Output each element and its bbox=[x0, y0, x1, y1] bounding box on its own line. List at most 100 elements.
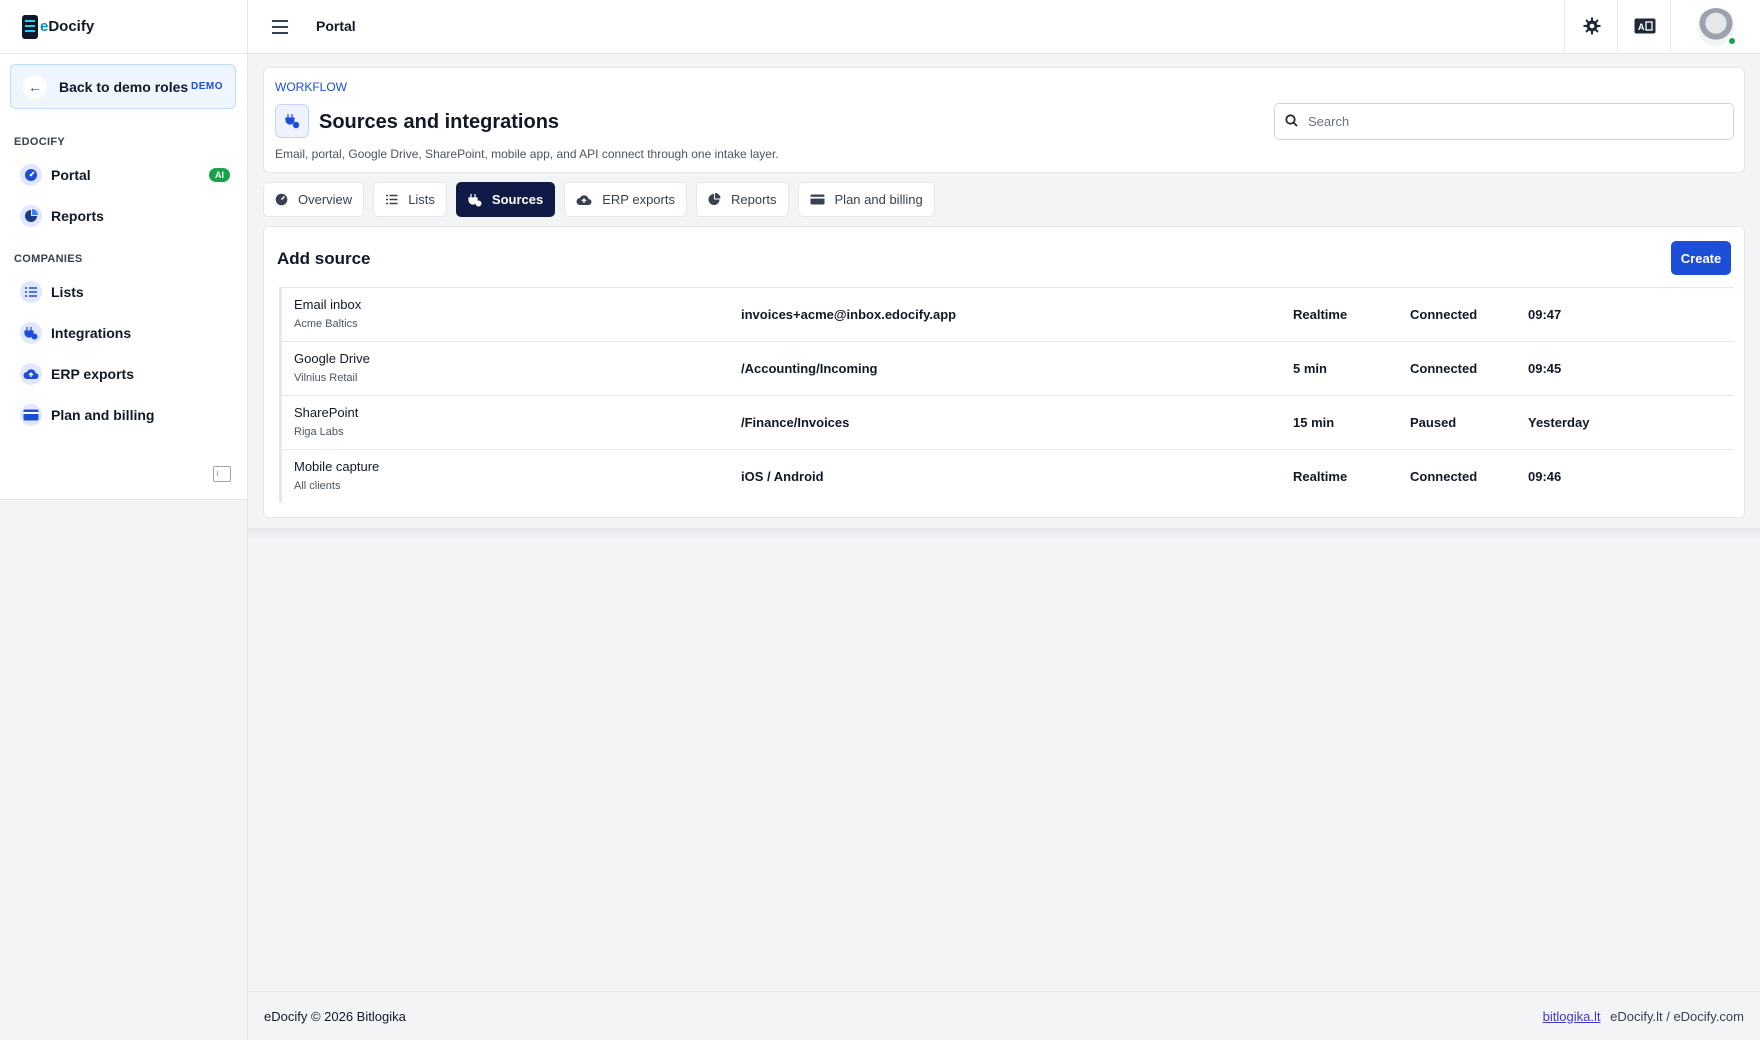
tab-plan-and-billing[interactable]: Plan and billing bbox=[797, 182, 935, 217]
list-icon bbox=[385, 193, 398, 206]
collapse-sidebar-icon[interactable] bbox=[213, 466, 231, 482]
source-time: Yesterday bbox=[1528, 415, 1590, 430]
ai-badge: AI bbox=[209, 168, 230, 182]
source-frequency: Realtime bbox=[1293, 307, 1348, 322]
section-title-edocify: EDOCIFY bbox=[14, 136, 65, 148]
plug-icon bbox=[20, 322, 42, 344]
pie-chart-icon bbox=[708, 193, 721, 206]
demo-badge: DEMO bbox=[191, 81, 223, 92]
source-target: /Accounting/Incoming bbox=[741, 361, 878, 376]
tab-label: Plan and billing bbox=[834, 192, 923, 207]
back-to-demo-roles-button[interactable]: ← Back to demo roles DEMO bbox=[10, 64, 236, 109]
tab-erp-exports[interactable]: ERP exports bbox=[564, 182, 687, 217]
dashboard-icon bbox=[275, 193, 288, 206]
brand[interactable]: eDocify bbox=[0, 0, 247, 54]
search-input[interactable] bbox=[1308, 114, 1708, 129]
credit-card-icon bbox=[20, 404, 42, 426]
user-menu-button[interactable] bbox=[1670, 0, 1760, 54]
tab-overview[interactable]: Overview bbox=[263, 182, 365, 217]
source-time: 09:47 bbox=[1528, 307, 1562, 322]
settings-gear-icon bbox=[1583, 17, 1601, 38]
sidebar-item-reports[interactable]: Reports bbox=[20, 201, 230, 231]
avatar bbox=[1696, 8, 1737, 46]
sidebar-item-label: Portal bbox=[51, 167, 91, 183]
source-name: Google Drive bbox=[294, 351, 370, 366]
page-kicker: WORKFLOW bbox=[275, 80, 347, 94]
source-status: Connected bbox=[1410, 307, 1478, 322]
sidebar-item-erp-exports[interactable]: ERP exports bbox=[20, 359, 230, 389]
source-name: SharePoint bbox=[294, 405, 359, 420]
page-title: Sources and integrations bbox=[319, 111, 560, 133]
source-status: Connected bbox=[1410, 361, 1478, 376]
source-row[interactable]: SharePoint Riga Labs /Finance/Invoices 1… bbox=[279, 395, 1734, 449]
source-frequency: 15 min bbox=[1293, 415, 1335, 430]
sidebar-item-plan-and-billing[interactable]: Plan and billing bbox=[20, 400, 230, 430]
dashboard-icon bbox=[20, 164, 42, 186]
source-frequency: 5 min bbox=[1293, 361, 1327, 376]
menu-icon[interactable] bbox=[272, 20, 288, 34]
plug-icon bbox=[275, 104, 309, 138]
id-card-icon: A bbox=[1634, 18, 1656, 37]
footer-copyright: eDocify © 2026 Bitlogika bbox=[264, 1009, 406, 1024]
sidebar: eDocify ← Back to demo roles DEMO EDOCIF… bbox=[0, 0, 248, 1040]
settings-button[interactable] bbox=[1564, 0, 1618, 54]
tab-label: Reports bbox=[730, 192, 777, 207]
source-status: Paused bbox=[1410, 415, 1457, 430]
tab-label: Overview bbox=[298, 192, 353, 207]
header-title: Portal bbox=[316, 18, 356, 34]
language-button[interactable]: A bbox=[1617, 0, 1671, 54]
source-name: Email inbox bbox=[294, 297, 362, 312]
sidebar-item-label: Reports bbox=[51, 208, 104, 224]
page-description: Email, portal, Google Drive, SharePoint,… bbox=[275, 147, 779, 161]
list-icon bbox=[20, 281, 42, 303]
source-client: Riga Labs bbox=[294, 426, 344, 438]
cloud-upload-icon bbox=[576, 194, 592, 206]
source-row[interactable]: Email inbox Acme Baltics invoices+acme@i… bbox=[279, 287, 1734, 341]
top-header: Portal A bbox=[248, 0, 1760, 54]
source-status: Connected bbox=[1410, 469, 1478, 484]
tab-bar: Overview Lists Sources ERP exports Repor… bbox=[263, 182, 935, 217]
source-row[interactable]: Google Drive Vilnius Retail /Accounting/… bbox=[279, 341, 1734, 395]
tab-label: Lists bbox=[408, 192, 435, 207]
source-target: invoices+acme@inbox.edocify.app bbox=[741, 307, 957, 322]
sidebar-panel: eDocify ← Back to demo roles DEMO EDOCIF… bbox=[0, 0, 247, 500]
source-row[interactable]: Mobile capture All clients iOS / Android… bbox=[279, 449, 1734, 503]
arrow-left-icon: ← bbox=[23, 74, 47, 99]
create-button[interactable]: Create bbox=[1671, 241, 1731, 275]
source-time: 09:45 bbox=[1528, 361, 1562, 376]
plug-icon bbox=[468, 193, 482, 207]
source-client: All clients bbox=[294, 480, 341, 492]
logo-icon bbox=[22, 14, 38, 39]
footer-link-bitlogika[interactable]: bitlogika.lt bbox=[1543, 1009, 1601, 1024]
content-divider bbox=[248, 528, 1760, 540]
tab-sources[interactable]: Sources bbox=[455, 182, 556, 217]
footer-domains: eDocify.lt / eDocify.com bbox=[1610, 1009, 1744, 1024]
tab-label: Sources bbox=[491, 192, 544, 207]
source-name: Mobile capture bbox=[294, 459, 380, 474]
sidebar-item-portal[interactable]: Portal AI bbox=[20, 160, 230, 190]
sidebar-item-label: Lists bbox=[51, 284, 84, 300]
tab-reports[interactable]: Reports bbox=[695, 182, 789, 217]
pie-chart-icon bbox=[20, 205, 42, 227]
sidebar-item-label: Integrations bbox=[51, 325, 132, 341]
sources-card: Add source Create Email inbox Acme Balti… bbox=[263, 226, 1745, 518]
tab-lists[interactable]: Lists bbox=[373, 182, 447, 217]
source-client: Vilnius Retail bbox=[294, 372, 358, 384]
footer: eDocify © 2026 Bitlogika bitlogika.lt eD… bbox=[248, 991, 1760, 1040]
credit-card-icon bbox=[810, 194, 825, 205]
source-target: /Finance/Invoices bbox=[741, 415, 850, 430]
sidebar-item-integrations[interactable]: Integrations bbox=[20, 318, 230, 348]
tab-label: ERP exports bbox=[602, 192, 675, 207]
page-header-card: WORKFLOW Sources and integrations Email,… bbox=[263, 67, 1745, 173]
search-box[interactable] bbox=[1274, 103, 1734, 140]
sidebar-item-label: ERP exports bbox=[51, 366, 134, 382]
search-icon bbox=[1285, 113, 1298, 130]
source-client: Acme Baltics bbox=[294, 318, 358, 330]
section-title-companies: COMPANIES bbox=[14, 253, 83, 265]
sidebar-item-label: Plan and billing bbox=[51, 407, 155, 423]
sidebar-item-lists[interactable]: Lists bbox=[20, 277, 230, 307]
back-label: Back to demo roles bbox=[59, 78, 189, 95]
footer-links: bitlogika.lt eDocify.lt / eDocify.com bbox=[1543, 1009, 1744, 1024]
source-time: 09:46 bbox=[1528, 469, 1562, 484]
online-status-dot bbox=[1726, 36, 1737, 46]
